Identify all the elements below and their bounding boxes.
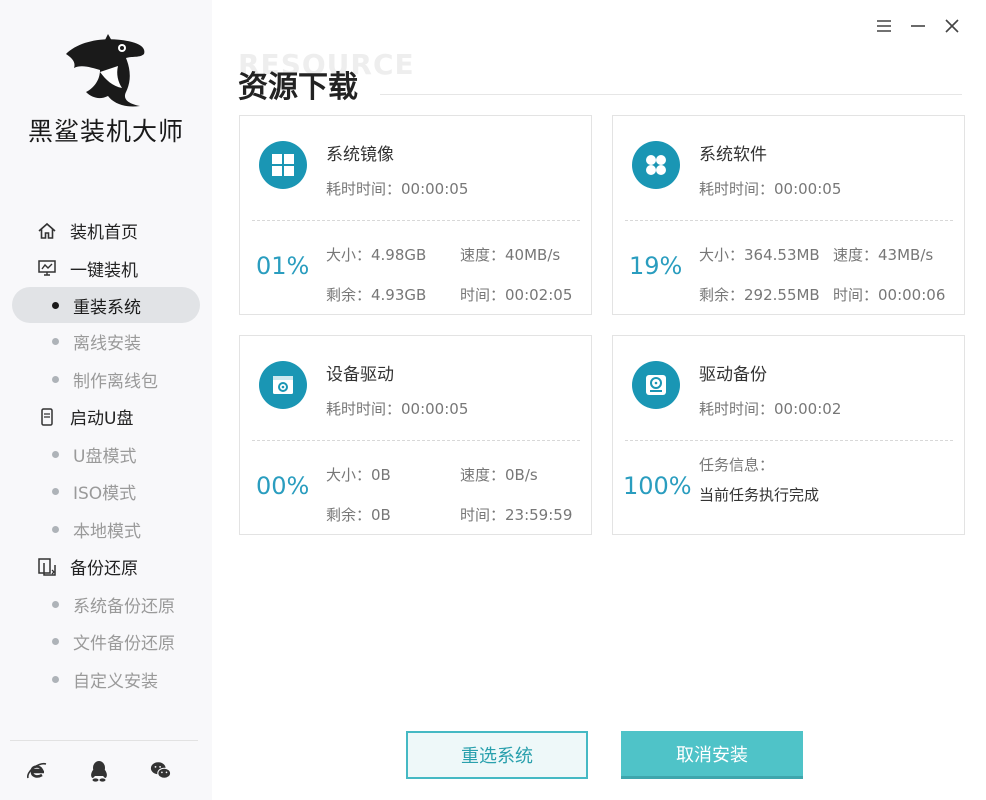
- card-divider: [625, 220, 953, 221]
- sidebar-item-label: U盘模式: [73, 446, 137, 467]
- bullet-icon: [52, 338, 59, 346]
- bullet-icon: [52, 675, 59, 683]
- reselect-system-button[interactable]: 重选系统: [406, 731, 588, 779]
- bullet-icon: [52, 525, 59, 533]
- sidebar-item-label: 离线安装: [73, 334, 141, 355]
- backup-icon: [36, 556, 58, 578]
- card-remaining: 剩余：292.55MB: [699, 286, 820, 304]
- sidebar-item-label: 一键装机: [70, 260, 138, 281]
- qq-icon[interactable]: [88, 758, 110, 784]
- ie-icon[interactable]: [26, 758, 48, 784]
- sidebar-item-label: 装机首页: [70, 223, 138, 244]
- page-title: 资源下载: [238, 70, 358, 105]
- window-controls: [874, 16, 962, 36]
- download-card-device-driver: 设备驱动 耗时时间：00:00:05 00% 大小：0B 速度：0B/s 剩余：…: [239, 335, 592, 535]
- sidebar-item-custom-install[interactable]: 自定义安装: [0, 661, 212, 699]
- card-elapsed: 耗时时间：00:00:05: [326, 400, 469, 418]
- sidebar-item-backup-restore[interactable]: 备份还原: [0, 548, 212, 586]
- bullet-icon: [52, 450, 59, 458]
- download-card-system-software: 系统软件 耗时时间：00:00:05 19% 大小：364.53MB 速度：43…: [612, 115, 965, 315]
- sidebar-item-local-mode[interactable]: 本地模式: [0, 511, 212, 549]
- card-title: 驱动备份: [699, 365, 767, 385]
- sidebar-item-make-offline-package[interactable]: 制作离线包: [0, 361, 212, 399]
- sidebar-item-offline-install[interactable]: 离线安装: [0, 323, 212, 361]
- sidebar-item-boot-usb[interactable]: 启动U盘: [0, 398, 212, 436]
- card-time: 时间：23:59:59: [460, 506, 573, 524]
- sidebar-item-system-backup[interactable]: 系统备份还原: [0, 586, 212, 624]
- card-size: 大小：4.98GB: [326, 246, 427, 264]
- sidebar-item-home[interactable]: 装机首页: [0, 212, 212, 250]
- driver-icon: [259, 361, 307, 409]
- card-percent: 19%: [629, 252, 683, 280]
- sidebar-item-iso-mode[interactable]: ISO模式: [0, 473, 212, 511]
- bullet-icon: [52, 600, 59, 608]
- card-time: 时间：00:02:05: [460, 286, 573, 304]
- card-elapsed: 耗时时间：00:00:05: [699, 180, 842, 198]
- monitor-icon: [36, 257, 58, 279]
- cancel-install-button[interactable]: 取消安装: [621, 731, 803, 779]
- sidebar-item-label: ISO模式: [73, 484, 137, 505]
- minimize-icon[interactable]: [908, 16, 928, 36]
- bullet-icon: [52, 301, 59, 309]
- sidebar-item-label: 文件备份还原: [73, 634, 175, 655]
- apps-icon: [632, 141, 680, 189]
- disk-icon: [632, 361, 680, 409]
- sidebar-footer: [26, 758, 172, 784]
- sidebar-item-label: 启动U盘: [70, 409, 134, 430]
- sidebar-item-label: 制作离线包: [73, 371, 158, 392]
- card-title: 系统软件: [699, 145, 767, 165]
- card-speed: 速度：40MB/s: [460, 246, 561, 264]
- sidebar: 黑鲨装机大师 装机首页 一键装机 重装系统 离线安装 制作离线包 启动U盘 U盘…: [0, 0, 212, 800]
- card-remaining: 剩余：4.93GB: [326, 286, 427, 304]
- sidebar-item-one-click-install[interactable]: 一键装机: [0, 250, 212, 288]
- card-percent: 100%: [623, 472, 692, 500]
- sidebar-item-label: 备份还原: [70, 559, 138, 580]
- card-divider: [252, 440, 580, 441]
- sidebar-item-label: 系统备份还原: [73, 596, 175, 617]
- card-title: 设备驱动: [326, 365, 394, 385]
- sidebar-item-reinstall-system[interactable]: 重装系统: [12, 287, 200, 323]
- card-speed: 速度：43MB/s: [833, 246, 934, 264]
- sidebar-item-usb-mode[interactable]: U盘模式: [0, 436, 212, 474]
- sidebar-divider: [10, 740, 198, 741]
- shark-logo-icon: [60, 34, 150, 108]
- card-percent: 00%: [256, 472, 310, 500]
- title-divider: [380, 94, 962, 95]
- card-elapsed: 耗时时间：00:00:02: [699, 400, 842, 418]
- card-title: 系统镜像: [326, 145, 394, 165]
- home-icon: [36, 220, 58, 242]
- bullet-icon: [52, 375, 59, 383]
- download-card-driver-backup: 驱动备份 耗时时间：00:00:02 100% 任务信息： 当前任务执行完成: [612, 335, 965, 535]
- menu-icon[interactable]: [874, 16, 894, 36]
- card-time: 时间：00:00:06: [833, 286, 946, 304]
- card-size: 大小：364.53MB: [699, 246, 820, 264]
- download-card-system-image: 系统镜像 耗时时间：00:00:05 01% 大小：4.98GB 速度：40MB…: [239, 115, 592, 315]
- windows-icon: [259, 141, 307, 189]
- sidebar-item-label: 重装系统: [73, 297, 141, 318]
- card-elapsed: 耗时时间：00:00:05: [326, 180, 469, 198]
- sidebar-nav: 装机首页 一键装机 重装系统 离线安装 制作离线包 启动U盘 U盘模式 ISO模…: [0, 212, 212, 698]
- sidebar-item-label: 本地模式: [73, 521, 141, 542]
- card-task-info-value: 当前任务执行完成: [699, 486, 820, 504]
- sidebar-item-label: 自定义安装: [73, 671, 158, 692]
- bullet-icon: [52, 488, 59, 496]
- wechat-icon[interactable]: [150, 758, 172, 784]
- usb-icon: [36, 406, 58, 428]
- sidebar-item-file-backup[interactable]: 文件备份还原: [0, 623, 212, 661]
- card-divider: [625, 440, 953, 441]
- card-remaining: 剩余：0B: [326, 506, 391, 524]
- card-divider: [252, 220, 580, 221]
- card-speed: 速度：0B/s: [460, 466, 538, 484]
- close-icon[interactable]: [942, 16, 962, 36]
- brand-name: 黑鲨装机大师: [27, 117, 184, 146]
- card-task-info-label: 任务信息：: [699, 456, 775, 474]
- card-size: 大小：0B: [326, 466, 391, 484]
- bullet-icon: [52, 638, 59, 646]
- card-percent: 01%: [256, 252, 310, 280]
